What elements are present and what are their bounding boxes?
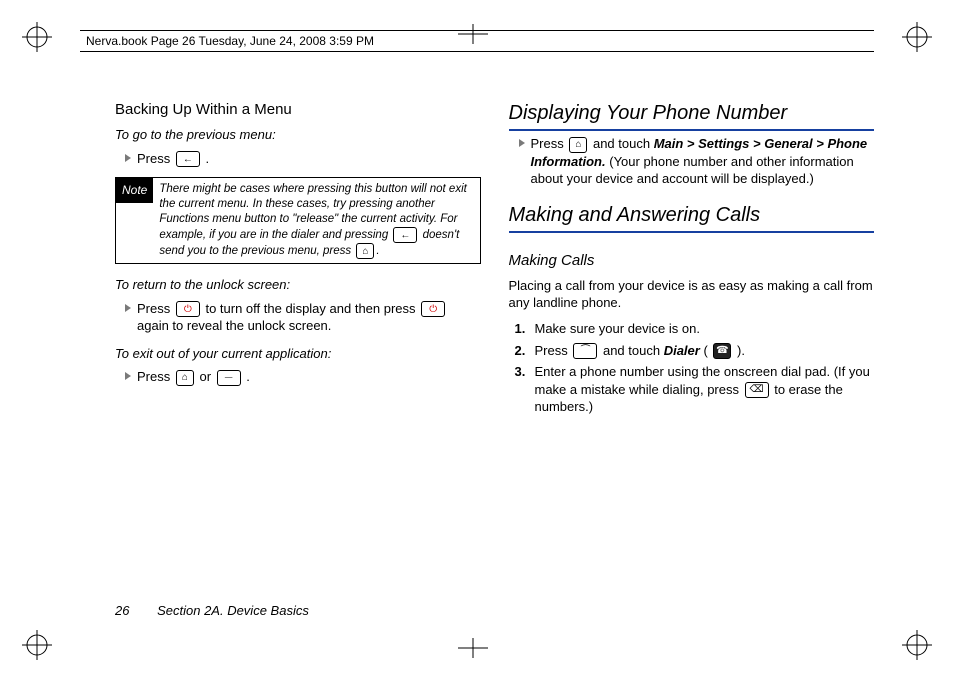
back-button-icon: ← [393, 227, 417, 243]
header-text: Nerva.book Page 26 Tuesday, June 24, 200… [86, 34, 374, 48]
crop-mark-icon [902, 630, 932, 660]
step-number: 1. [515, 320, 529, 338]
right-column: Displaying Your Phone Number Press ⌂ and… [509, 100, 875, 592]
instruction-row: Press ⌂ or ⏤ . [125, 368, 481, 386]
note-box: Note There might be cases where pressing… [115, 177, 481, 264]
dialer-app-icon: ☎ [713, 343, 731, 359]
lead-text: To return to the unlock screen: [115, 276, 481, 294]
body-text: Placing a call from your device is as ea… [509, 277, 875, 312]
page-footer: 26 Section 2A. Device Basics [115, 603, 309, 618]
section-heading: Backing Up Within a Menu [115, 100, 481, 120]
bullet-icon [125, 372, 131, 380]
step-number: 2. [515, 342, 529, 360]
power-button-icon: ⏻ [421, 301, 445, 317]
step-text: Press ⏜ and touch Dialer ( ☎ ). [535, 342, 745, 360]
backspace-button-icon: ⌫ [745, 382, 769, 398]
bullet-icon [519, 139, 525, 147]
step-row: 1. Make sure your device is on. [515, 320, 875, 338]
note-label: Note [116, 178, 153, 202]
home-button-icon: ⌂ [176, 370, 194, 386]
back-button-icon: ← [176, 151, 200, 167]
left-column: Backing Up Within a Menu To go to the pr… [115, 100, 481, 592]
instruction-row: Press ⌂ and touch Main > Settings > Gene… [519, 135, 875, 188]
press-label: Press [531, 136, 568, 151]
document-header: Nerva.book Page 26 Tuesday, June 24, 200… [80, 30, 874, 52]
bullet-icon [125, 154, 131, 162]
step-number: 3. [515, 363, 529, 381]
step-text: Enter a phone number using the onscreen … [535, 363, 875, 416]
lead-text: To go to the previous menu: [115, 126, 481, 144]
instruction-row: Press ⏻ to turn off the display and then… [125, 300, 481, 335]
home-button-icon: ⌂ [356, 243, 374, 259]
crop-mark-icon [458, 638, 488, 658]
bullet-icon [125, 304, 131, 312]
power-button-icon: ⏻ [176, 301, 200, 317]
crop-mark-icon [22, 630, 52, 660]
lead-text: To exit out of your current application: [115, 345, 481, 363]
crop-mark-icon [902, 22, 932, 52]
home-button-icon: ⌂ [569, 137, 587, 153]
press-label: Press [137, 369, 174, 384]
step-row: 2. Press ⏜ and touch Dialer ( ☎ ). [515, 342, 875, 360]
step-row: 3. Enter a phone number using the onscre… [515, 363, 875, 416]
page-number: 26 [115, 603, 129, 618]
subsection-heading: Making Calls [509, 251, 875, 271]
instruction-row: Press ← . [125, 150, 481, 168]
end-call-button-icon: ⏤ [217, 370, 241, 386]
call-button-icon: ⏜ [573, 343, 597, 359]
step-text: Make sure your device is on. [535, 320, 700, 338]
dot: . [205, 151, 209, 166]
section-label: Section 2A. Device Basics [157, 603, 309, 618]
section-title: Displaying Your Phone Number [509, 100, 875, 131]
press-label: Press [137, 301, 174, 316]
section-title: Making and Answering Calls [509, 202, 875, 233]
crop-mark-icon [22, 22, 52, 52]
note-body: There might be cases where pressing this… [153, 178, 479, 263]
press-label: Press [137, 151, 174, 166]
